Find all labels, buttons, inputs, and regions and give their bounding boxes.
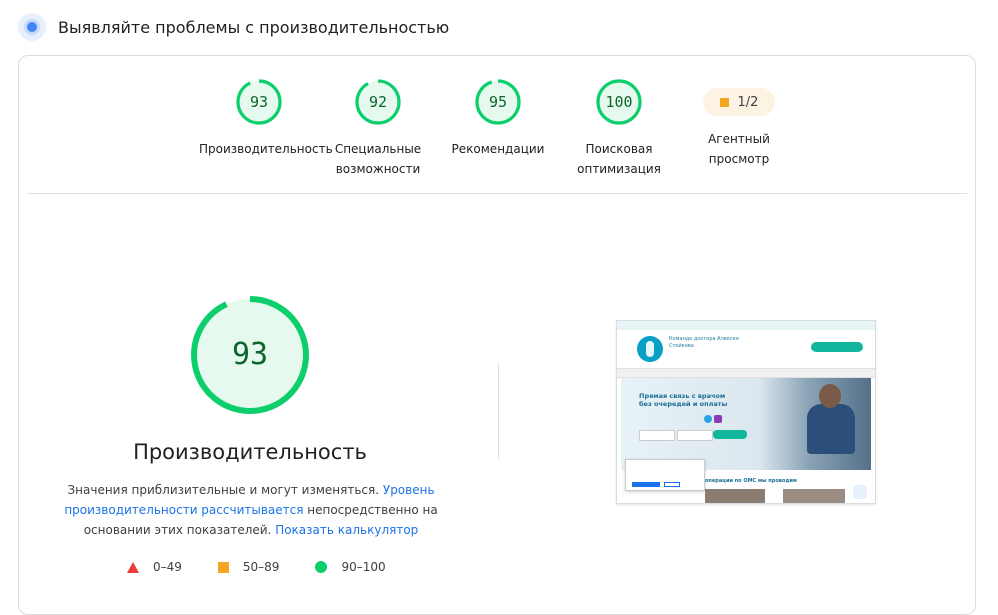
show-calculator-link[interactable]: Показать калькулятор — [275, 523, 418, 537]
agentic-score: 1/2 — [737, 94, 759, 110]
gauge-label: Агентный просмотр — [708, 132, 770, 166]
hero-title: Прямая связь с врачом без очередей и опл… — [639, 392, 728, 408]
red-triangle-icon — [127, 561, 139, 573]
orange-square-icon — [217, 561, 229, 573]
main-title: Производительность — [133, 440, 367, 464]
main-score: 93 — [231, 337, 269, 372]
site-bottom-text: операции по ОМС мы проводим — [705, 478, 797, 484]
score-description: Значения приблизительные и могут изменят… — [64, 483, 438, 537]
gauge-seo[interactable]: 100 Поисковая оптимизация — [559, 78, 679, 179]
gauge-score: 95 — [488, 93, 508, 111]
site-logo — [637, 336, 663, 362]
gauge-score: 100 — [605, 93, 633, 111]
recaptcha-icon — [853, 485, 867, 499]
gauge-best-practices[interactable]: 95 Рекомендации — [438, 78, 558, 159]
gauge-score: 93 — [249, 93, 269, 111]
instagram-icon — [714, 415, 722, 423]
section-header: Выявляйте проблемы с производительностью — [18, 10, 449, 44]
score-legend: 0–49 50–89 90–100 — [127, 558, 422, 576]
category-scores: 93 Производительность 92 Специальные возм… — [19, 78, 975, 188]
green-circle-icon — [315, 561, 328, 573]
gauge-label: Специальные возможности — [334, 142, 422, 176]
average-square-icon — [719, 97, 729, 107]
gauge-label: Рекомендации — [451, 142, 545, 156]
gauge-agentic-browsing[interactable]: 1/2 Агентный просмотр — [679, 78, 799, 169]
site-name: Команда доктора Алексея Стойкова — [669, 336, 739, 349]
gauge-score: 92 — [368, 93, 388, 111]
site-hero: Прямая связь с врачом без очередей и опл… — [621, 378, 871, 470]
telegram-icon — [704, 415, 712, 423]
gauge-performance[interactable]: 93 Производительность — [199, 78, 333, 159]
page-screenshot-thumbnail[interactable]: Команда доктора Алексея Стойкова Прямая … — [616, 320, 876, 504]
legend-pass: 90–100 — [315, 560, 386, 574]
gauge-label: Поисковая оптимизация — [577, 142, 661, 176]
legend-fail: 0–49 — [127, 560, 182, 574]
gauge-accessibility[interactable]: 92 Специальные возможности — [318, 78, 438, 179]
lighthouse-icon — [18, 13, 46, 41]
vertical-separator — [498, 363, 499, 459]
main-performance-gauge: 93 — [190, 295, 310, 415]
report-card: 93 Производительность 92 Специальные возм… — [18, 55, 976, 615]
agentic-badge: 1/2 — [703, 88, 775, 116]
section-title: Выявляйте проблемы с производительностью — [58, 17, 450, 37]
legend-average: 50–89 — [217, 560, 279, 574]
divider — [27, 193, 967, 194]
cookie-banner — [625, 459, 705, 491]
gauge-label: Производительность — [199, 142, 333, 156]
